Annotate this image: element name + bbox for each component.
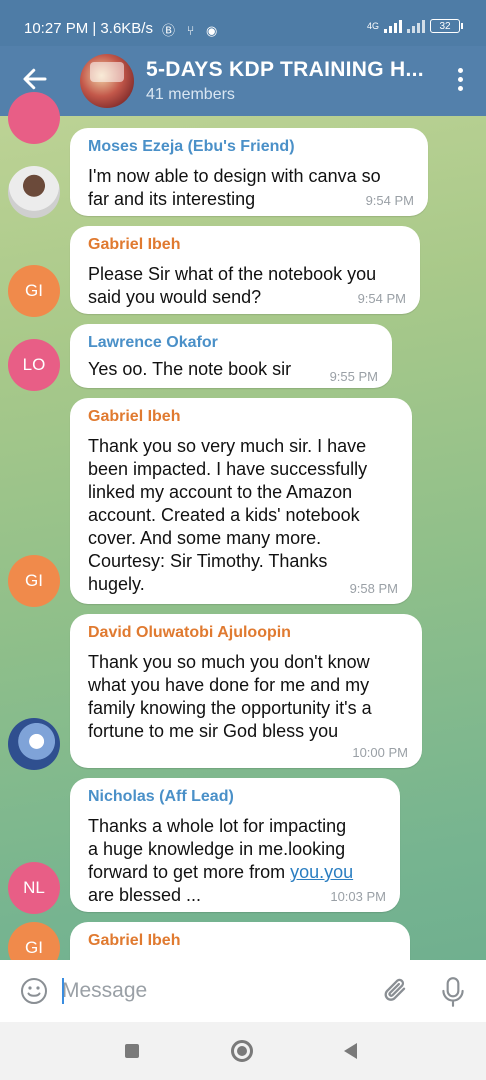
message-bubble[interactable]: Nicholas (Aff Lead) Thanks a whole lot f… (70, 778, 400, 912)
message-text-part: are blessed ... (88, 885, 202, 905)
group-avatar[interactable] (80, 54, 134, 108)
avatar[interactable]: GI (8, 265, 60, 317)
network-type-label: 4G (366, 21, 379, 31)
avatar[interactable] (8, 166, 60, 218)
avatar[interactable] (8, 718, 60, 770)
avatar-initials: GI (25, 281, 43, 300)
message-text: Thanks a whole lot for impacting a huge … (88, 815, 353, 907)
avatar-initials: GI (25, 938, 43, 957)
status-right-group: 4G 32 (366, 19, 463, 33)
message-link[interactable]: you.you (290, 862, 353, 882)
text-cursor (62, 978, 64, 1004)
message-text: Thank you so much you don't know what yo… (88, 652, 372, 741)
message-bubble[interactable]: Gabriel Ibeh Thank you so very much sir.… (70, 398, 412, 604)
avatar-initials: NL (23, 878, 45, 897)
status-notification-icons: Ⓑ ⑂ ◉ (162, 23, 222, 38)
recent-apps-icon[interactable] (125, 1044, 139, 1058)
message-bubble[interactable]: Moses Ezeja (Ebu's Friend) I'm now able … (70, 128, 428, 216)
group-title[interactable]: 5-DAYS KDP TRAINING H... (146, 58, 424, 82)
sender-name[interactable]: David Oluwatobi Ajuloopin (88, 624, 291, 642)
message-bubble[interactable]: David Oluwatobi Ajuloopin Thank you so m… (70, 614, 422, 768)
message-time: 9:54 PM (357, 291, 406, 306)
chat-header: 5-DAYS KDP TRAINING H... 41 members (0, 46, 486, 116)
signal-icon (384, 19, 402, 33)
sender-name[interactable]: Gabriel Ibeh (88, 236, 180, 254)
avatar[interactable]: NL (8, 862, 60, 914)
signal-secondary-icon (407, 19, 425, 33)
message-time: 10:00 PM (352, 745, 408, 760)
avatar-initials: LO (22, 355, 46, 374)
sender-name[interactable]: Moses Ezeja (Ebu's Friend) (88, 138, 295, 156)
message-text: Thank you so very much sir. I have been … (88, 436, 368, 594)
attach-icon[interactable] (382, 976, 410, 1006)
message-time: 9:58 PM (349, 581, 398, 596)
sender-name[interactable]: Gabriel Ibeh (88, 408, 180, 426)
microphone-icon[interactable] (440, 976, 466, 1008)
message-text: Please Sir what of the notebook you said… (88, 264, 377, 307)
emoji-icon[interactable] (20, 977, 48, 1005)
avatar[interactable] (8, 92, 60, 144)
message-time: 10:03 PM (330, 889, 386, 904)
avatar[interactable]: LO (8, 339, 60, 391)
message-text: Yes oo. The note book sir (88, 359, 292, 379)
message-bubble[interactable]: Lawrence Okafor Yes oo. The note book si… (70, 324, 392, 388)
message-input[interactable] (62, 975, 362, 1007)
battery-level: 32 (439, 20, 451, 32)
message-text: I'm now able to design with canva so far… (88, 166, 381, 209)
system-nav-bar (0, 1022, 486, 1080)
message-bubble[interactable]: Gabriel Ibeh Please Sir what of the note… (70, 226, 420, 314)
group-members-count: 41 members (146, 86, 235, 103)
sender-name[interactable]: Gabriel Ibeh (88, 932, 180, 950)
back-triangle-icon[interactable] (344, 1043, 357, 1059)
message-time: 9:54 PM (365, 193, 414, 208)
sender-name[interactable]: Nicholas (Aff Lead) (88, 788, 234, 806)
more-options-icon[interactable] (458, 68, 464, 92)
sender-name[interactable]: Lawrence Okafor (88, 334, 218, 352)
message-time: 9:55 PM (329, 369, 378, 384)
home-icon[interactable] (231, 1040, 253, 1062)
battery-icon: 32 (430, 19, 463, 33)
avatar-initials: GI (25, 571, 43, 590)
avatar[interactable]: GI (8, 555, 60, 607)
back-arrow-icon[interactable] (20, 64, 50, 94)
message-input-bar (0, 960, 486, 1022)
status-time: 10:27 PM | 3.6KB/s (24, 20, 153, 37)
